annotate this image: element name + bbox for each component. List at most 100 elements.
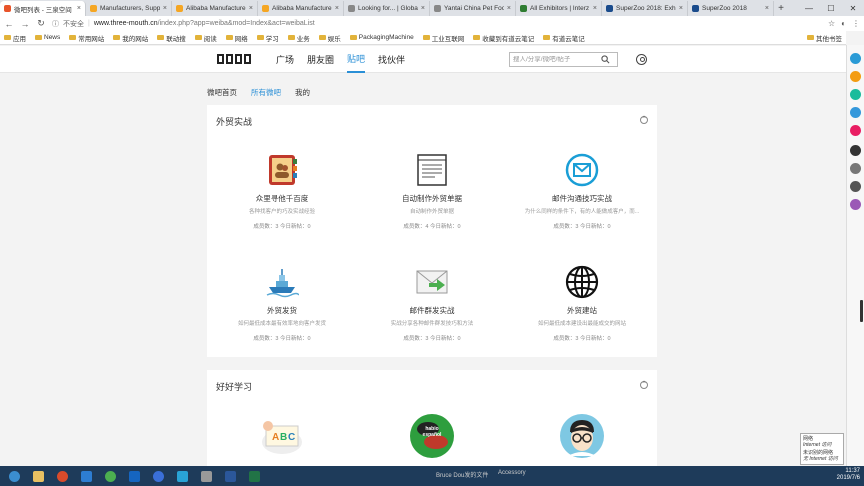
taskbar-app-explorer[interactable] <box>28 468 48 484</box>
weiba-name[interactable]: 外贸建站 <box>507 305 657 316</box>
taskbar-app-chrome[interactable] <box>100 468 120 484</box>
bookmark-item[interactable]: 工业互联网 <box>422 33 464 43</box>
bookmark-item[interactable]: 学习 <box>256 33 279 43</box>
bookmark-item[interactable]: 业务 <box>287 33 310 43</box>
weiba-item[interactable]: 自动制作外贸单据 自动制作外贸单据 成员数：4 今日新帖：0 <box>357 153 507 230</box>
close-tab-icon[interactable]: × <box>593 5 597 12</box>
mail-circle-icon[interactable] <box>565 153 599 187</box>
avatar-glasses-icon[interactable] <box>558 412 606 460</box>
weiba-item[interactable]: 外贸建站 如何最低成本建设出最能成交的网站 成员数：3 今日新帖：0 <box>507 265 657 342</box>
envelope-arrow-icon[interactable] <box>415 265 449 299</box>
omnibox[interactable]: ⓘ 不安全 | www.three-mouth.cn/index.php?app… <box>52 18 822 29</box>
weiba-name[interactable]: 外贸发货 <box>207 305 357 316</box>
weiba-item[interactable]: 邮件沟通技巧实战 为什么同样的条件下，有的人能做成客户，而... 成员数：3 今日新… <box>507 153 657 230</box>
browser-tab[interactable]: SuperZoo 2018 × <box>688 1 774 16</box>
browser-tab[interactable]: Manufacturers, Suppli × <box>86 1 172 16</box>
star-icon[interactable]: ☆ <box>828 19 835 28</box>
close-tab-icon[interactable]: × <box>765 5 769 12</box>
new-tab-button[interactable]: + <box>774 1 788 16</box>
app-icon[interactable] <box>850 145 861 156</box>
close-tab-icon[interactable]: × <box>679 5 683 12</box>
minimize-button[interactable]: — <box>798 0 820 16</box>
info-icon[interactable]: ⓘ <box>52 19 59 29</box>
taskbar-app[interactable] <box>196 468 216 484</box>
taskbar-app-outlook[interactable] <box>124 468 144 484</box>
back-icon[interactable]: ← <box>4 19 14 29</box>
taskbar-accessory[interactable]: Accessory <box>498 470 526 476</box>
nav-item[interactable]: 广场 <box>276 46 294 73</box>
browser-tab[interactable]: Alibaba Manufacture × <box>172 1 258 16</box>
taskbar-app[interactable] <box>52 468 72 484</box>
extension-icon[interactable]: ◐ <box>841 19 846 28</box>
taskbar-app[interactable] <box>148 468 168 484</box>
avatar[interactable] <box>850 181 861 192</box>
collapse-icon[interactable]: ^ <box>640 381 648 389</box>
weiba-item[interactable]: habio español <box>357 412 507 460</box>
close-tab-icon[interactable]: × <box>335 5 339 12</box>
bookmark-item[interactable]: 常用网站 <box>69 33 104 43</box>
nav-item[interactable]: 贴吧 <box>347 46 366 73</box>
bookmark-item[interactable]: PackagingMachine <box>349 34 414 41</box>
bookmark-item[interactable]: 应用 <box>4 33 26 43</box>
weiba-name[interactable]: 自动制作外贸单据 <box>357 193 507 204</box>
maximize-button[interactable]: ☐ <box>820 0 842 16</box>
close-tab-icon[interactable]: × <box>421 5 425 12</box>
close-tab-icon[interactable]: × <box>77 5 81 12</box>
weiba-item[interactable]: 外贸发货 如何最低成本最有效率地向客户发货 成员数：3 今日新帖：0 <box>207 265 357 342</box>
app-icon[interactable] <box>850 199 861 210</box>
search-input[interactable] <box>513 56 601 63</box>
close-window-button[interactable]: ✕ <box>842 0 864 16</box>
close-tab-icon[interactable]: × <box>249 5 253 12</box>
weiba-item[interactable]: 众里寻他千百度 各种找客户的巧及实战经验 成员数：3 今日新帖：0 <box>207 153 357 230</box>
bookmark-item[interactable]: 网络 <box>225 33 248 43</box>
sub-tab[interactable]: 我的 <box>295 87 310 98</box>
taskbar-app[interactable] <box>76 468 96 484</box>
browser-tab[interactable]: All Exhibitors | Interz × <box>516 1 602 16</box>
close-tab-icon[interactable]: × <box>163 5 167 12</box>
browser-tab[interactable]: 微吧列表 - 三泉空间 × <box>0 1 86 16</box>
sub-tab[interactable]: 微吧首页 <box>207 87 237 98</box>
bookmark-item[interactable]: 我的网站 <box>113 33 148 43</box>
user-icon[interactable] <box>636 54 647 65</box>
app-icon[interactable] <box>850 71 861 82</box>
nav-item[interactable]: 朋友圈 <box>307 46 334 73</box>
weiba-name[interactable]: 邮件群发实战 <box>357 305 507 316</box>
start-button[interactable] <box>4 468 24 484</box>
abc-book-icon[interactable]: ABC <box>258 412 306 460</box>
scrollbar-thumb[interactable] <box>860 300 863 322</box>
browser-tab[interactable]: Looking for... | Global × <box>344 1 430 16</box>
bookmark-item[interactable]: 娱乐 <box>318 33 341 43</box>
weiba-item[interactable]: 邮件群发实战 实战分享各种邮件群发技巧和方法 成员数：3 今日新帖：0 <box>357 265 507 342</box>
collapse-icon[interactable]: ^ <box>640 116 648 124</box>
app-icon[interactable] <box>850 53 861 64</box>
bookmark-item[interactable]: News <box>35 34 60 41</box>
globe-icon[interactable] <box>565 265 599 299</box>
menu-icon[interactable]: ⋮ <box>852 19 860 28</box>
close-tab-icon[interactable]: × <box>507 5 511 12</box>
site-logo[interactable] <box>217 54 251 64</box>
taskbar-app-excel[interactable] <box>244 468 264 484</box>
app-icon[interactable] <box>850 89 861 100</box>
nav-item[interactable]: 找伙伴 <box>378 46 405 73</box>
reload-icon[interactable]: ↻ <box>36 18 46 29</box>
forward-icon[interactable]: → <box>20 19 30 29</box>
browser-tab[interactable]: Alibaba Manufacture × <box>258 1 344 16</box>
bookmark-item[interactable]: 收藏到有道云笔记 <box>473 33 534 43</box>
document-stack-icon[interactable] <box>415 153 449 187</box>
bookmark-item[interactable]: 阅读 <box>194 33 217 43</box>
weiba-name[interactable]: 众里寻他千百度 <box>207 193 357 204</box>
address-book-icon[interactable] <box>265 153 299 187</box>
weiba-item[interactable]: ABC <box>207 412 357 460</box>
search-icon[interactable] <box>601 55 610 64</box>
other-bookmarks[interactable]: 其他书签 <box>807 33 842 43</box>
browser-tab[interactable]: SuperZoo 2018: Exhib × <box>602 1 688 16</box>
taskbar-app-word[interactable] <box>220 468 240 484</box>
weiba-name[interactable]: 邮件沟通技巧实战 <box>507 193 657 204</box>
taskbar-app[interactable] <box>172 468 192 484</box>
app-icon[interactable] <box>850 107 861 118</box>
bookmark-item[interactable]: 有道云笔记 <box>543 33 585 43</box>
browser-tab[interactable]: Yantai China Pet Foo × <box>430 1 516 16</box>
avatar[interactable] <box>850 163 861 174</box>
weiba-item[interactable] <box>507 412 657 460</box>
bookmark-item[interactable]: 联动搜 <box>157 33 186 43</box>
